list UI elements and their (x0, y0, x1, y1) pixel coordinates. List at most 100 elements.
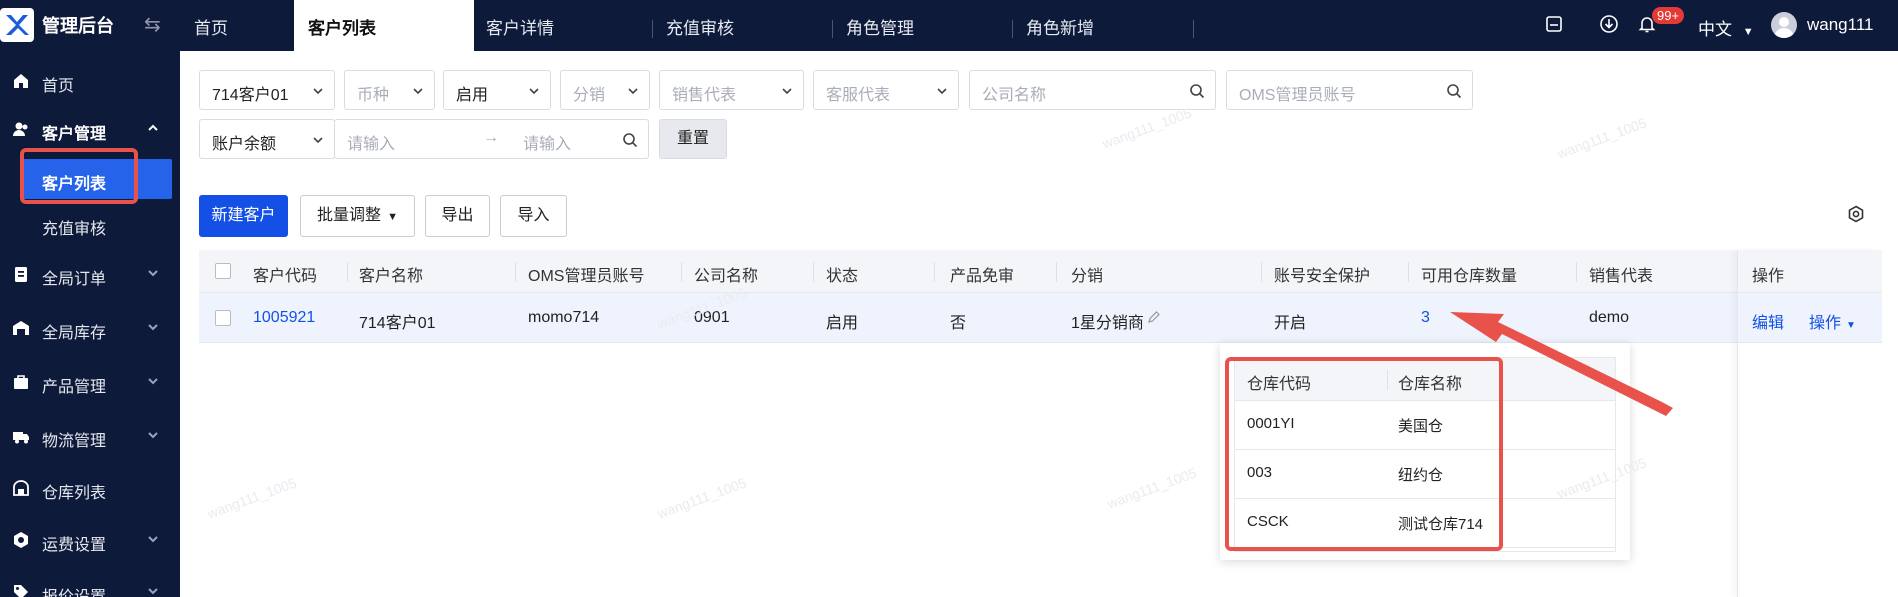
batch-adjust-button[interactable]: 批量调整 ▼ (300, 195, 415, 237)
col-customer-code: 客户代码 (253, 268, 318, 285)
coin-icon (14, 532, 28, 548)
oms-account-input[interactable]: OMS管理员账号 (1226, 70, 1473, 110)
search-icon (1447, 84, 1462, 99)
edit-pencil-icon[interactable] (1147, 310, 1161, 324)
column-settings-icon[interactable] (1847, 205, 1865, 223)
warehouse-icon (13, 321, 29, 335)
balance-range-input[interactable]: 请输入 → 请输入 (334, 119, 649, 159)
chevron-down-icon (148, 432, 158, 439)
chevron-down-icon (413, 88, 423, 95)
col-sales-rep: 销售代表 (1589, 268, 1654, 285)
search-icon (1190, 84, 1205, 99)
logo-icon (0, 8, 34, 42)
chevron-down-icon (148, 588, 158, 595)
new-customer-button[interactable]: 新建客户 (199, 195, 288, 237)
sidebar-item-freight-settings[interactable]: 运费设置 (0, 520, 180, 560)
search-icon (623, 133, 638, 148)
col-warehouse-count: 可用仓库数量 (1421, 268, 1518, 285)
sidebar-item-customer-management[interactable]: 客户管理 (0, 109, 180, 149)
tab-role-add[interactable]: 角色新增 (1012, 0, 1192, 51)
sidebar-item-home[interactable]: 首页 (0, 61, 180, 101)
col-distribution: 分销 (1071, 268, 1104, 285)
top-bar: 管理后台 ⇆ 首页 客户列表 客户详情 充值审核 角色管理 角色新增 99+ 中… (0, 0, 1898, 51)
package-icon (14, 375, 28, 389)
col-oms-account: OMS管理员账号 (528, 268, 645, 285)
chevron-down-icon: ▼ (387, 211, 398, 223)
warehouse-count-link[interactable]: 3 (1421, 309, 1430, 327)
customer-code-link[interactable]: 1005921 (253, 309, 315, 327)
oms-account: momo714 (528, 309, 600, 326)
customer-select[interactable]: 714客户01 (199, 70, 335, 110)
product-exempt: 否 (950, 315, 967, 332)
col-product-exempt: 产品免审 (950, 268, 1015, 285)
account-security: 开启 (1274, 315, 1307, 332)
col-customer-name: 客户名称 (359, 268, 424, 285)
tag-icon (14, 585, 28, 597)
app-title: 管理后台 (42, 16, 114, 36)
chevron-down-icon: ▼ (1742, 26, 1754, 38)
chevron-down-icon (148, 324, 158, 331)
col-company: 公司名称 (694, 268, 759, 285)
clipboard-icon (15, 267, 27, 282)
download-icon[interactable] (1599, 14, 1619, 34)
export-button[interactable]: 导出 (425, 195, 490, 237)
fixed-actions-column (1737, 250, 1882, 597)
distribution-select[interactable]: 分销 (560, 70, 650, 110)
sidebar-item-logistics[interactable]: 物流管理 (0, 416, 180, 456)
chevron-down-icon (148, 378, 158, 385)
tab-customer-list[interactable]: 客户列表 (294, 0, 474, 51)
balance-select[interactable]: 账户余额 (199, 119, 335, 159)
chevron-down-icon (628, 88, 638, 95)
sidebar-item-product-management[interactable]: 产品管理 (0, 362, 180, 402)
currency-select[interactable]: 币种 (344, 70, 435, 110)
language-label: 中文 (1698, 20, 1732, 39)
select-all-checkbox[interactable] (215, 263, 231, 279)
store-icon (13, 480, 29, 496)
chevron-down-icon (313, 137, 323, 144)
chevron-up-icon (148, 124, 158, 131)
chevron-down-icon (148, 270, 158, 277)
message-icon[interactable] (1544, 14, 1564, 34)
table-header: 客户代码 客户名称 OMS管理员账号 公司名称 状态 产品免审 分销 账号安全保… (199, 250, 1882, 293)
users-icon (13, 122, 28, 136)
range-from-input[interactable]: 请输入 (347, 130, 395, 154)
chevron-down-icon (529, 88, 539, 95)
truck-icon (13, 432, 29, 444)
sales-rep-select[interactable]: 销售代表 (659, 70, 804, 110)
language-selector[interactable]: 中文 ▼ (1698, 15, 1754, 40)
sidebar-item-global-inventory[interactable]: 全局库存 (0, 308, 180, 348)
tab-role-management[interactable]: 角色管理 (832, 0, 1012, 51)
tab-recharge-review[interactable]: 充值审核 (652, 0, 832, 51)
company-name: 0901 (694, 309, 730, 326)
chevron-down-icon (937, 88, 947, 95)
tab-home[interactable]: 首页 (180, 0, 275, 51)
status: 启用 (826, 315, 859, 332)
username[interactable]: wang111 (1807, 15, 1873, 35)
sidebar: 首页 客户管理 客户列表 充值审核 全局订单 全局库存 产品管理 物流管理 仓库… (0, 51, 180, 597)
chevron-down-icon (148, 536, 158, 543)
col-account-security: 账号安全保护 (1274, 268, 1371, 285)
import-button[interactable]: 导入 (500, 195, 567, 237)
annotation-highlight-sidebar (20, 148, 138, 204)
status-select[interactable]: 启用 (443, 70, 551, 110)
chevron-down-icon (313, 88, 323, 95)
notification-badge: 99+ (1652, 7, 1685, 24)
cs-rep-select[interactable]: 客服代表 (813, 70, 959, 110)
avatar[interactable] (1771, 12, 1797, 38)
reset-button[interactable]: 重置 (659, 119, 727, 159)
range-to-input[interactable]: 请输入 (523, 130, 571, 154)
tab-customer-detail[interactable]: 客户详情 (472, 0, 652, 51)
customer-name: 714客户01 (359, 315, 436, 332)
sidebar-item-quote-settings[interactable]: 报价设置 (0, 572, 180, 597)
range-arrow: → (483, 129, 499, 146)
sidebar-item-global-orders[interactable]: 全局订单 (0, 254, 180, 294)
collapse-sidebar-icon[interactable]: ⇆ (144, 12, 161, 37)
distribution-level: 1星分销商 (1071, 315, 1144, 332)
row-checkbox[interactable] (215, 310, 231, 326)
sidebar-item-recharge-review[interactable]: 充值审核 (0, 204, 180, 244)
chevron-down-icon (782, 88, 792, 95)
annotation-arrow-icon (1450, 312, 1673, 416)
company-name-input[interactable]: 公司名称 (969, 70, 1216, 110)
sidebar-item-warehouse-list[interactable]: 仓库列表 (0, 468, 180, 508)
col-status: 状态 (826, 268, 859, 285)
